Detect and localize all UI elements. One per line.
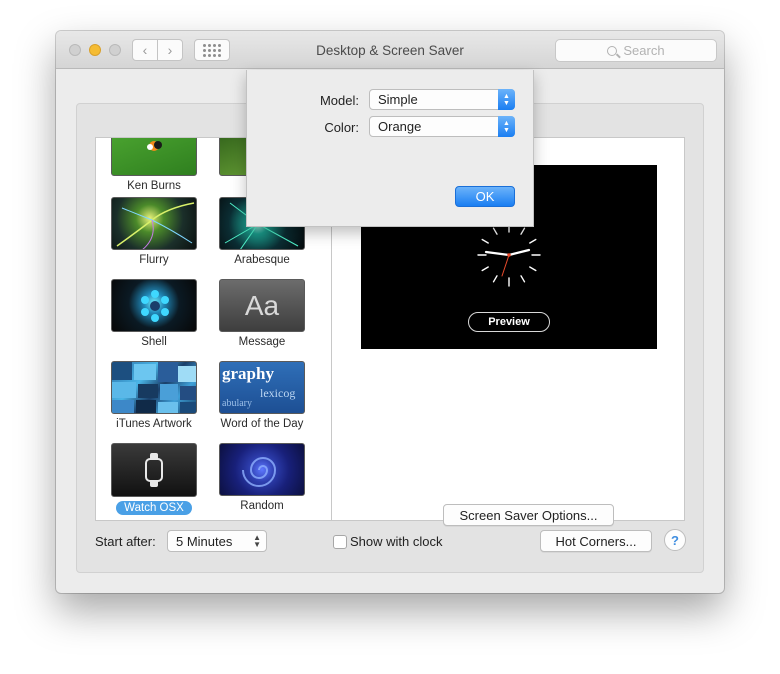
color-label: Color: bbox=[324, 120, 359, 135]
back-button[interactable]: ‹ bbox=[132, 39, 158, 61]
hot-corners-button[interactable]: Hot Corners... bbox=[540, 530, 652, 552]
saver-label: iTunes Artwork bbox=[116, 418, 192, 430]
chevron-right-icon: › bbox=[167, 42, 173, 58]
preview-button[interactable]: Preview bbox=[468, 312, 550, 332]
saver-label: Message bbox=[238, 336, 286, 348]
saver-item-flurry[interactable]: Flurry bbox=[102, 197, 206, 266]
title-bar: ‹ › Desktop & Screen Saver Search bbox=[56, 31, 724, 69]
itunes-artwork-thumbnail bbox=[111, 361, 197, 414]
search-icon bbox=[607, 45, 618, 56]
random-thumbnail bbox=[219, 443, 305, 496]
chevron-left-icon: ‹ bbox=[142, 42, 148, 58]
saver-item-word-of-the-day[interactable]: graphy lexicog abulary Word of the Day bbox=[210, 361, 314, 430]
updown-arrows-icon: ▲ ▼ bbox=[498, 89, 515, 110]
saver-item-ken-burns[interactable]: Ken Burns bbox=[102, 138, 206, 192]
model-popup[interactable]: Simple ▲ ▼ bbox=[369, 89, 515, 110]
search-field[interactable]: Search bbox=[555, 39, 717, 62]
grid-icon bbox=[203, 43, 221, 57]
word-thumb-text-2: lexicog bbox=[260, 386, 296, 400]
color-popup[interactable]: Orange ▲ ▼ bbox=[369, 116, 515, 137]
word-thumb-text-1: graphy bbox=[222, 364, 274, 383]
updown-arrows-icon: ▲ ▼ bbox=[498, 116, 515, 137]
ok-button[interactable]: OK bbox=[455, 186, 515, 207]
saver-label: Shell bbox=[141, 336, 167, 348]
minimize-window-button[interactable] bbox=[89, 44, 101, 56]
saver-item-shell[interactable]: Shell bbox=[102, 279, 206, 348]
word-of-the-day-thumbnail: graphy lexicog abulary bbox=[219, 361, 305, 414]
model-value: Simple bbox=[378, 92, 418, 107]
start-after-value: 5 Minutes bbox=[176, 533, 233, 549]
saver-label: Arabesque bbox=[234, 254, 290, 266]
forward-button[interactable]: › bbox=[157, 39, 183, 61]
saver-label: Word of the Day bbox=[220, 418, 304, 430]
zoom-window-button[interactable] bbox=[109, 44, 121, 56]
saver-item-random[interactable]: Random bbox=[210, 443, 314, 512]
clock-face-icon bbox=[477, 223, 541, 287]
shell-thumbnail bbox=[111, 279, 197, 332]
saver-item-message[interactable]: Aa Message bbox=[210, 279, 314, 348]
show-all-button[interactable] bbox=[194, 39, 230, 61]
start-after-label: Start after: bbox=[95, 534, 156, 549]
saver-item-watch-osx[interactable]: Watch OSX bbox=[102, 443, 206, 515]
message-thumbnail: Aa bbox=[219, 279, 305, 332]
saver-label: Flurry bbox=[139, 254, 169, 266]
saver-item-itunes-artwork[interactable]: iTunes Artwork bbox=[102, 361, 206, 430]
saver-label-selected: Watch OSX bbox=[116, 501, 192, 515]
screen-saver-options-button[interactable]: Screen Saver Options... bbox=[443, 504, 614, 526]
color-value: Orange bbox=[378, 119, 422, 134]
ken-burns-thumbnail bbox=[111, 138, 197, 176]
search-placeholder: Search bbox=[623, 43, 665, 58]
show-with-clock-checkbox[interactable] bbox=[333, 535, 347, 549]
apple-watch-icon bbox=[145, 453, 163, 487]
saver-label: Ken Burns bbox=[127, 180, 181, 192]
window-title: Desktop & Screen Saver bbox=[316, 43, 464, 58]
options-sheet: Model: Simple ▲ ▼ Color: Orange ▲ ▼ OK bbox=[246, 70, 534, 227]
close-window-button[interactable] bbox=[69, 44, 81, 56]
flurry-thumbnail bbox=[111, 197, 197, 250]
word-thumb-text-3: abulary bbox=[222, 398, 252, 409]
watch-thumbnail bbox=[111, 443, 197, 497]
help-button[interactable]: ? bbox=[664, 529, 686, 551]
message-thumbnail-text: Aa bbox=[244, 289, 280, 321]
saver-label: Random bbox=[240, 500, 284, 512]
start-after-select[interactable]: 5 Minutes ▲ ▼ bbox=[167, 530, 267, 552]
updown-arrows-icon: ▲ ▼ bbox=[253, 533, 261, 549]
model-label: Model: bbox=[319, 93, 359, 108]
show-with-clock-label: Show with clock bbox=[350, 534, 443, 549]
